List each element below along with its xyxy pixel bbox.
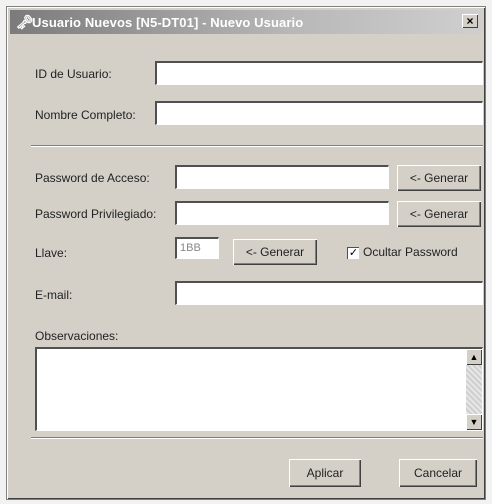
separator: [31, 437, 483, 439]
cancel-button[interactable]: Cancelar: [399, 459, 477, 487]
user-id-label: ID de Usuario:: [35, 67, 112, 81]
privileged-password-input[interactable]: [175, 201, 389, 225]
user-id-input[interactable]: [155, 61, 483, 85]
full-name-label: Nombre Completo:: [35, 108, 136, 122]
key-input[interactable]: 1BB: [175, 237, 219, 259]
observations-textarea[interactable]: ▲ ▼: [35, 347, 483, 431]
generate-access-password-button[interactable]: <- Generar: [397, 165, 481, 191]
apply-button[interactable]: Aplicar: [289, 459, 361, 487]
window-title: Usuario Nuevos [N5-DT01] - Nuevo Usuario: [32, 15, 304, 30]
email-label: E-mail:: [35, 288, 73, 302]
observations-scrollbar[interactable]: ▲ ▼: [466, 349, 482, 430]
hide-password-checkbox[interactable]: ✓: [347, 247, 359, 259]
hide-password-label: Ocultar Password: [363, 245, 458, 259]
access-password-input[interactable]: [175, 165, 389, 189]
email-input[interactable]: [175, 281, 483, 305]
observations-label: Observaciones:: [35, 329, 119, 343]
title-bar: 🗝 Usuario Nuevos [N5-DT01] - Nuevo Usuar…: [10, 10, 482, 34]
full-name-input[interactable]: [155, 101, 483, 125]
close-button[interactable]: ×: [462, 14, 478, 28]
separator: [31, 145, 483, 147]
key-label: Llave:: [35, 246, 68, 260]
generate-privileged-password-button[interactable]: <- Generar: [397, 201, 481, 227]
dialog-window: 🗝 Usuario Nuevos [N5-DT01] - Nuevo Usuar…: [6, 6, 486, 500]
privileged-password-label: Password Privilegiado:: [35, 207, 157, 221]
access-password-label: Password de Acceso:: [35, 171, 150, 185]
key-icon: 🗝: [16, 14, 34, 30]
scroll-up-icon[interactable]: ▲: [466, 349, 482, 365]
scroll-down-icon[interactable]: ▼: [466, 414, 482, 430]
generate-key-button[interactable]: <- Generar: [233, 239, 317, 265]
